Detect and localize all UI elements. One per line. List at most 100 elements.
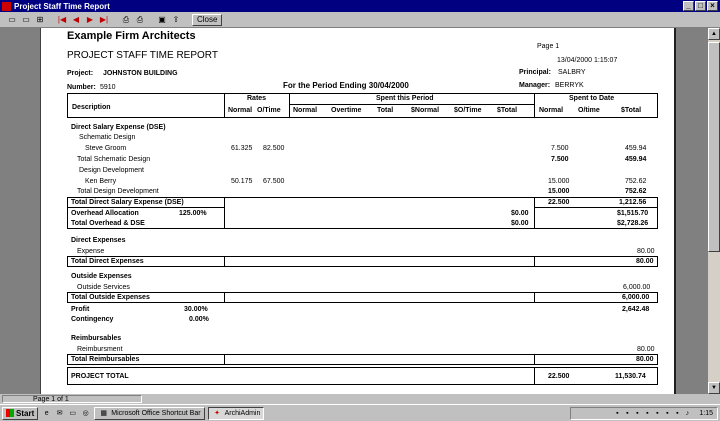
col-rates: Rates bbox=[247, 95, 267, 102]
expense-label: Expense bbox=[77, 248, 105, 255]
staff-ken-sd-total: 752.62 bbox=[625, 178, 647, 185]
project-total-sd-total: 11,530.74 bbox=[615, 373, 646, 380]
outlook-icon[interactable]: ✉ bbox=[54, 408, 65, 419]
report-viewer: Example Firm Architects PROJECT STAFF TI… bbox=[0, 28, 708, 394]
previous-page-icon[interactable]: ◀ bbox=[70, 14, 82, 25]
export-icon[interactable]: ⇪ bbox=[170, 14, 182, 25]
project-name: JOHNSTON BUILDING bbox=[103, 70, 178, 77]
overhead-sd-total: $1,515.70 bbox=[617, 210, 649, 217]
staff-ken-rate-ot: 67.500 bbox=[263, 178, 285, 185]
tray-icon-6[interactable]: ▪ bbox=[663, 410, 671, 418]
total-outside-sd-total: 6,000.00 bbox=[622, 294, 650, 301]
col-sp-dtotal: $Total bbox=[497, 107, 518, 114]
minimize-button[interactable]: _ bbox=[683, 1, 694, 11]
col-sp-overtime: Overtime bbox=[331, 107, 362, 114]
contingency-label: Contingency bbox=[71, 316, 114, 323]
total-direct-label: Total Direct Expenses bbox=[71, 258, 144, 265]
window-titlebar[interactable]: Project Staff Time Report _ □ × bbox=[0, 0, 720, 12]
task-office-label: Microsoft Office Shortcut Bar bbox=[111, 409, 201, 417]
col-sp-total: Total bbox=[377, 107, 394, 114]
windows-logo-icon bbox=[6, 409, 14, 417]
vertical-scrollbar[interactable]: ▲ ▼ bbox=[708, 28, 720, 394]
staff-steve-name: Steve Groom bbox=[85, 145, 127, 152]
total-design-dev-sd-normal: 15.000 bbox=[548, 188, 570, 195]
tray-icon-5[interactable]: ▪ bbox=[653, 410, 661, 418]
group-schematic: Schematic Design bbox=[79, 134, 136, 141]
reimbursment-sd-total: 80.00 bbox=[637, 346, 655, 353]
total-schematic-sd-total: 459.94 bbox=[625, 156, 647, 163]
project-total-sd-normal: 22.500 bbox=[548, 373, 570, 380]
first-page-icon[interactable]: |◀ bbox=[56, 14, 68, 25]
volume-icon[interactable]: ♪ bbox=[683, 410, 691, 418]
staff-steve-rate-ot: 82.500 bbox=[263, 145, 285, 152]
close-window-button[interactable]: × bbox=[707, 1, 718, 11]
scroll-up-icon[interactable]: ▲ bbox=[708, 28, 720, 40]
task-archiadmin-label: ArchiAdmin bbox=[224, 409, 261, 417]
office-icon: ▦ bbox=[100, 409, 108, 417]
section-direct: Direct Expenses bbox=[71, 237, 126, 244]
desktop-icon[interactable]: ▭ bbox=[67, 408, 78, 419]
total-overhead-label: Total Overhead & DSE bbox=[71, 220, 145, 227]
tray-icon-4[interactable]: ▪ bbox=[643, 410, 651, 418]
outside-services-sd-total: 6,000.00 bbox=[623, 284, 651, 291]
principal-label: Principal: bbox=[519, 69, 551, 76]
tray-icon-2[interactable]: ▪ bbox=[623, 410, 631, 418]
staff-steve-rate-normal: 61.325 bbox=[231, 145, 253, 152]
reimbursment-label: Reimbursment bbox=[77, 346, 123, 353]
print-icon[interactable]: ⎙ bbox=[120, 14, 132, 25]
scroll-down-icon[interactable]: ▼ bbox=[708, 382, 720, 394]
overhead-pct: 125.00% bbox=[179, 210, 207, 217]
scroll-thumb[interactable] bbox=[708, 42, 720, 252]
tray-icon-1[interactable]: ▪ bbox=[613, 410, 621, 418]
col-sp-normal: Normal bbox=[293, 107, 318, 114]
page-count-status: Page 1 of 1 bbox=[2, 395, 142, 403]
col-rate-normal: Normal bbox=[228, 107, 253, 114]
next-page-icon[interactable]: ▶ bbox=[84, 14, 96, 25]
tray-icon-3[interactable]: ▪ bbox=[633, 410, 641, 418]
start-button[interactable]: Start bbox=[2, 406, 39, 420]
report-datetime: 13/04/2000 1:15:07 bbox=[557, 57, 618, 64]
col-spent-period: Spent this Period bbox=[376, 95, 434, 102]
total-reimb-label: Total Reimbursables bbox=[71, 356, 140, 363]
total-schematic-sd-normal: 7.500 bbox=[551, 156, 569, 163]
single-page-view-icon[interactable]: ▭ bbox=[6, 14, 18, 25]
report-title: PROJECT STAFF TIME REPORT bbox=[67, 50, 218, 61]
col-sd-dtotal: $Total bbox=[621, 107, 642, 114]
total-dse-sd-normal: 22.500 bbox=[548, 199, 570, 206]
close-button[interactable]: Close bbox=[192, 13, 223, 26]
overhead-label: Overhead Allocation bbox=[71, 210, 139, 217]
contingency-pct: 0.00% bbox=[189, 316, 209, 323]
page-number: Page 1 bbox=[537, 43, 560, 50]
zoom-icon[interactable]: ⊞ bbox=[34, 14, 46, 25]
number-value: 5910 bbox=[100, 84, 116, 91]
header-mid-line bbox=[289, 104, 534, 105]
staff-ken-name: Ken Berry bbox=[85, 178, 117, 185]
profit-label: Profit bbox=[71, 306, 90, 313]
taskbar: Start e ✉ ▭ ◎ ▦ Microsoft Office Shortcu… bbox=[0, 404, 720, 421]
two-page-view-icon[interactable]: ▭ bbox=[20, 14, 32, 25]
col-sp-dot: $O/Time bbox=[454, 107, 482, 114]
tray-icon-7[interactable]: ▪ bbox=[673, 410, 681, 418]
maximize-button[interactable]: □ bbox=[695, 1, 706, 11]
app-icon[interactable] bbox=[2, 1, 11, 11]
firm-name: Example Firm Architects bbox=[67, 30, 196, 42]
project-label: Project: bbox=[67, 70, 94, 77]
task-office-shortcut-bar[interactable]: ▦ Microsoft Office Shortcut Bar bbox=[94, 406, 205, 420]
section-outside: Outside Expenses bbox=[71, 273, 132, 280]
report-page: Example Firm Architects PROJECT STAFF TI… bbox=[40, 28, 676, 394]
save-icon[interactable]: ▣ bbox=[156, 14, 168, 25]
section-reimb: Reimbursables bbox=[71, 335, 122, 342]
total-schematic-label: Total Schematic Design bbox=[77, 156, 151, 163]
header-top-line bbox=[67, 93, 657, 94]
manager-value: BERRYK bbox=[555, 82, 584, 89]
print-setup-icon[interactable]: ⎙ bbox=[134, 14, 146, 25]
ie-icon[interactable]: e bbox=[41, 408, 52, 419]
last-page-icon[interactable]: ▶| bbox=[98, 14, 110, 25]
staff-ken-sd-normal: 15.000 bbox=[548, 178, 570, 185]
status-bar: Page 1 of 1 bbox=[0, 394, 720, 404]
total-design-dev-label: Total Design Development bbox=[77, 188, 159, 195]
channels-icon[interactable]: ◎ bbox=[80, 408, 91, 419]
col-sp-dnormal: $Normal bbox=[411, 107, 440, 114]
expense-sd-total: 80.00 bbox=[637, 248, 655, 255]
task-archiadmin[interactable]: ✦ ArchiAdmin bbox=[207, 406, 265, 420]
